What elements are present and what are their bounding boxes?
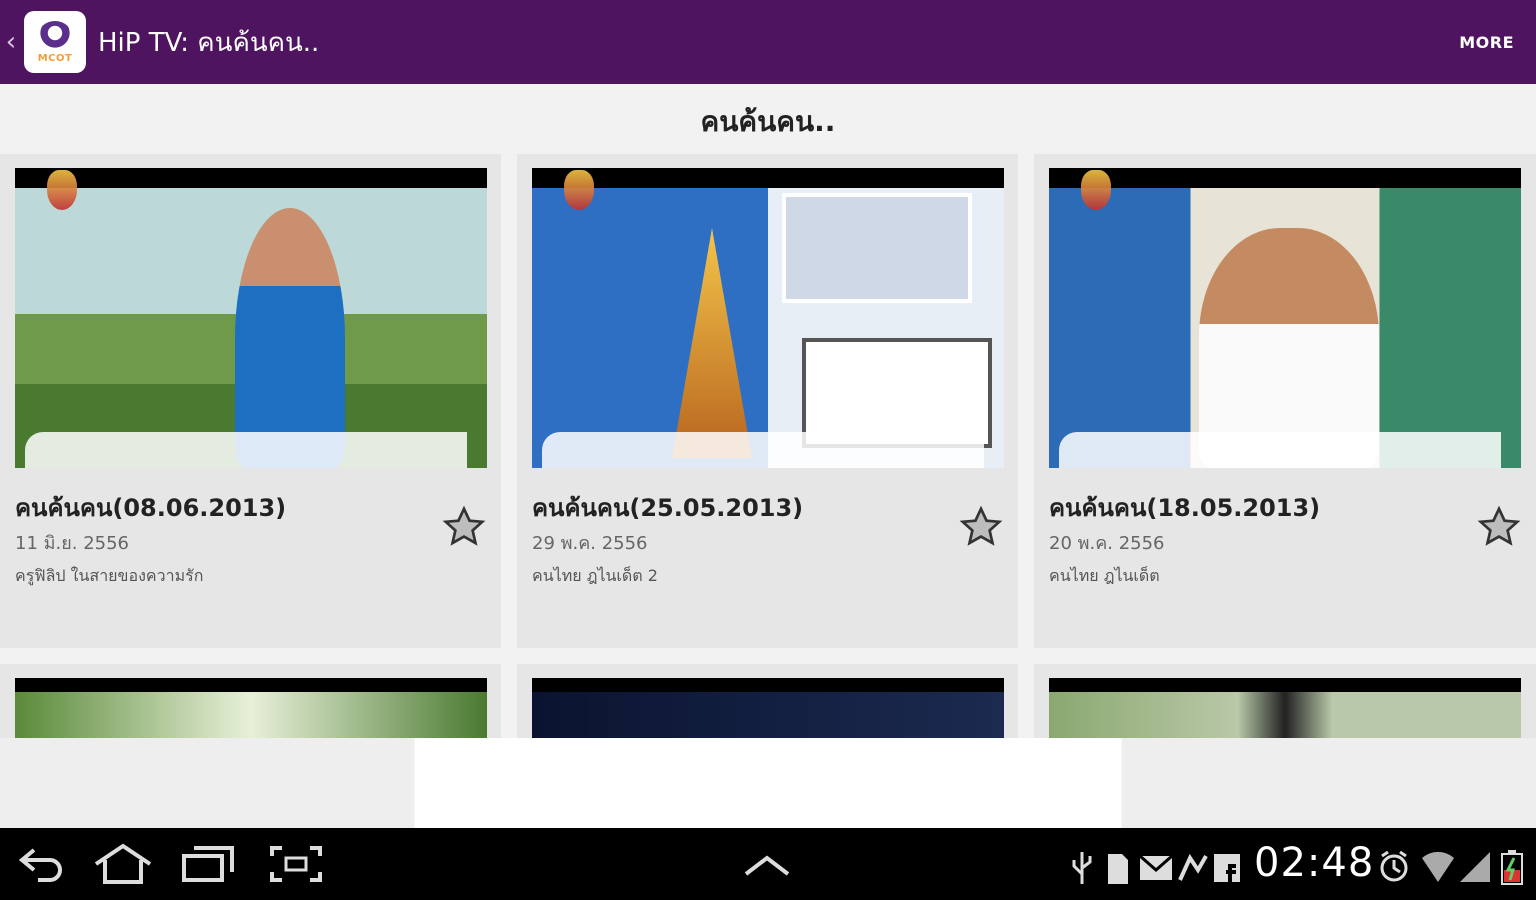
video-thumbnail[interactable] (532, 678, 1004, 738)
video-card[interactable]: คนค้นคน(08.06.2013) 11 มิ.ย. 2556 ครูฟิล… (0, 154, 501, 648)
card-description: คนไทย ฎไนเด็ต (1049, 566, 1160, 585)
video-card[interactable]: คนค้นคน(25.05.2013) 29 พ.ค. 2556 คนไทย ฎ… (517, 154, 1018, 648)
card-description: ครูฟิลิป ในสายของความรัก (15, 566, 204, 585)
thumbnail-lower-third (1059, 432, 1501, 468)
video-thumbnail[interactable] (1049, 678, 1521, 738)
system-nav-bar: 02:48 (0, 828, 1536, 900)
person-figure (235, 208, 345, 468)
back-arrow-icon[interactable]: ‹ (0, 0, 22, 84)
card-date: 29 พ.ค. 2556 (532, 533, 648, 554)
photo-board (782, 193, 972, 303)
app-logo-label: MCOT (37, 52, 73, 64)
video-card[interactable] (0, 664, 501, 738)
mcot-swirl-icon (38, 20, 72, 51)
back-icon[interactable] (16, 844, 66, 884)
facebook-icon (1214, 854, 1240, 882)
action-bar: ‹ MCOT HiP TV: คนค้นคน.. MORE (0, 0, 1536, 84)
video-card[interactable]: คนค้นคน(18.05.2013) 20 พ.ค. 2556 คนไทย ฎ… (1034, 154, 1536, 648)
card-date: 11 มิ.ย. 2556 (15, 533, 130, 554)
video-thumbnail[interactable] (15, 678, 487, 738)
crest-icon (564, 170, 594, 210)
home-icon[interactable] (92, 842, 154, 886)
star-icon[interactable] (1476, 504, 1522, 550)
card-title: คนค้นคน(25.05.2013) (532, 494, 804, 522)
video-thumbnail[interactable] (1049, 168, 1521, 468)
section-title: คนค้นคน.. (700, 105, 836, 138)
thumbnail-lower-third (25, 432, 467, 468)
star-icon[interactable] (441, 504, 487, 550)
app-logo[interactable]: MCOT (24, 11, 86, 73)
usb-icon (1072, 852, 1092, 884)
card-title: คนค้นคน(08.06.2013) (15, 494, 287, 522)
more-button[interactable]: MORE (1459, 33, 1514, 52)
thumbnail-lower-third (542, 432, 984, 468)
card-title: คนค้นคน(18.05.2013) (1049, 494, 1321, 522)
video-card[interactable] (1034, 664, 1536, 738)
status-clock: 02:48 (1254, 840, 1375, 886)
star-icon[interactable] (958, 504, 1004, 550)
sd-card-icon (1108, 854, 1128, 884)
video-thumbnail[interactable] (15, 168, 487, 468)
battery-icon (1501, 850, 1523, 885)
video-card[interactable] (517, 664, 1018, 738)
page-title: HiP TV: คนค้นคน.. (98, 27, 320, 58)
bottom-spacer (0, 738, 1536, 828)
wifi-icon (1422, 851, 1454, 882)
email-icon (1139, 854, 1173, 880)
screenshot-icon[interactable] (268, 844, 324, 884)
card-date: 20 พ.ค. 2556 (1049, 533, 1165, 554)
crest-icon (1081, 170, 1111, 210)
recent-apps-icon[interactable] (180, 844, 236, 884)
chevron-up-icon[interactable] (742, 852, 792, 880)
video-thumbnail[interactable] (532, 168, 1004, 468)
crest-icon (47, 170, 77, 210)
signal-icon (1460, 852, 1490, 882)
card-description: คนไทย ฎไนเด็ต 2 (532, 566, 658, 585)
alarm-icon (1380, 850, 1408, 882)
music-icon (1178, 853, 1208, 881)
